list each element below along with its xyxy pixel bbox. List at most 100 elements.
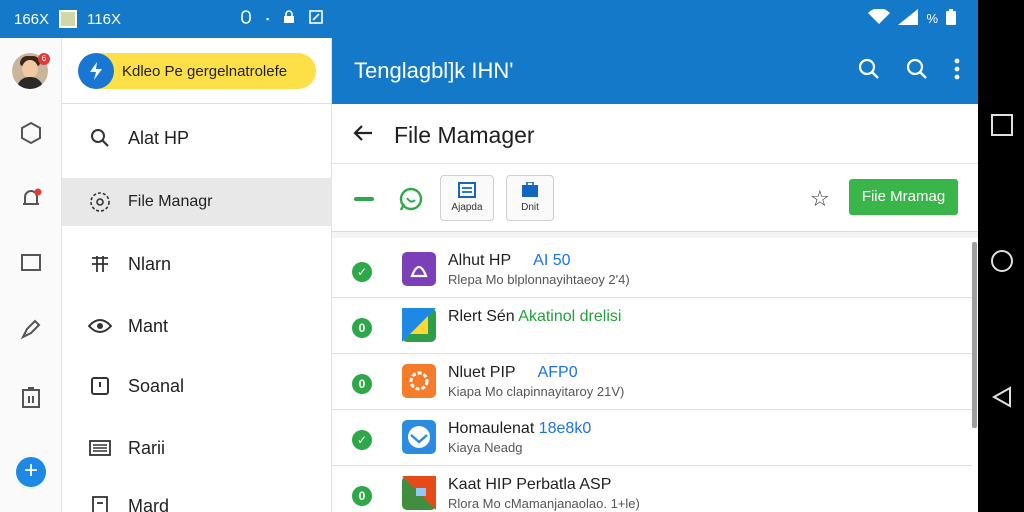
document-icon (88, 494, 112, 512)
drawer-item-mard[interactable]: Mard (62, 482, 332, 512)
app-logo-icon (78, 53, 114, 89)
hexagon-icon[interactable] (17, 119, 45, 147)
list-item[interactable]: 0 Nluet PIP AFP0 Kiapa Mo clapinnayitaroy… (332, 354, 972, 410)
check-icon[interactable]: 0 (352, 374, 372, 394)
search-icon[interactable] (858, 58, 880, 85)
list-item[interactable]: 0 Rlert Sén Akatinol drelisi (332, 298, 972, 354)
drawer-item-mant[interactable]: Mant (62, 302, 332, 350)
app-icon (402, 420, 436, 454)
app-icon (402, 308, 436, 342)
message-square-icon[interactable] (17, 249, 45, 277)
drawer-item-alat-hp[interactable]: Alat HP (62, 114, 332, 162)
add-icon[interactable]: + (16, 457, 46, 487)
app-icon (402, 252, 436, 286)
app-bar: Tenglagbl]k IHN' (332, 38, 978, 104)
drawer-item-label: File Managr (128, 193, 213, 210)
status-left-label: 166X (14, 10, 50, 28)
pen-tool-icon[interactable] (17, 315, 45, 343)
avatar-badge: 6 (38, 53, 50, 65)
action-toolbar: Ajapda Dnit ☆ Fiie Mramag (332, 164, 978, 232)
list-item-accent: 18e8k0 (538, 420, 592, 437)
search-icon[interactable] (906, 58, 928, 85)
apps-card-button[interactable]: Ajapda (440, 175, 494, 221)
screenshot-icon (309, 10, 324, 27)
list-item-subtitle: Kiaya Neadg (448, 440, 523, 455)
back-button[interactable] (991, 386, 1013, 408)
list-item-subtitle: Rlepa Mo blplonnayihtaeoy 2'4) (448, 272, 630, 287)
page-title: File Mamager (394, 122, 535, 148)
list-item-subtitle: Rlora Mo cMamanjanaolao. 1+le) (448, 496, 640, 511)
more-vert-icon[interactable] (954, 58, 960, 85)
square-dot-icon (88, 374, 112, 398)
signal-icon (898, 9, 919, 28)
account-switcher-pill[interactable]: Kdleo Pe gergelnatrolefe (78, 53, 316, 89)
drawer-item-label: Rarii (128, 437, 166, 458)
nfc-icon (240, 10, 252, 27)
app-icon (402, 476, 436, 510)
drawer-item-label: Nlarn (128, 253, 172, 274)
clipboard-icon[interactable] (17, 383, 45, 411)
list-item[interactable]: ✓ Alhut HP AI 50 Rlepa Mo blplonnayihtaeo… (332, 242, 972, 298)
edit-card-label: Dnit (521, 202, 539, 213)
list-item-title: Kaat HIP Perbatla ASP (448, 476, 612, 493)
back-arrow-icon[interactable] (352, 122, 376, 146)
system-navigation-bar (978, 0, 1024, 512)
list-box-icon (458, 182, 476, 198)
eye-icon (88, 314, 112, 338)
sub-header: File Mamager (332, 104, 978, 164)
list-item-accent: AI 50 (533, 252, 571, 269)
navigation-rail: 6 + (0, 38, 62, 512)
app-icon (402, 364, 436, 398)
drawer-item-label: Alat HP (128, 127, 190, 148)
list-item-title: Homaulenat (448, 420, 539, 437)
app-list: ✓ Alhut HP AI 50 Rlepa Mo blplonnayihtaeo… (332, 238, 978, 512)
app-bar-title: Tenglagbl]k IHN' (354, 58, 514, 83)
drawer-header: Kdleo Pe gergelnatrolefe (62, 38, 331, 104)
drawer-item-label: Mant (128, 315, 169, 336)
list-item-subtitle: Kiapa Mo clapinnayitaroy 21V) (448, 384, 625, 399)
drawer-item-nlarn[interactable]: Nlarn (62, 240, 332, 288)
list-item-green-text: Akatinol drelisi (518, 308, 622, 325)
list-item-title: Alhut HP (448, 252, 512, 269)
status-left-label-2: 116X (87, 10, 121, 28)
dot-icon: ▪ (266, 13, 270, 24)
minus-icon[interactable] (354, 197, 374, 201)
notifications-icon[interactable] (17, 185, 45, 213)
main-content: Tenglagbl]k IHN' File Mamager Ajapda Dni… (332, 38, 978, 512)
check-icon[interactable]: 0 (352, 486, 372, 506)
list-item[interactable]: ✓ Homaulenat 18e8k0 Kiaya Neadg (332, 410, 972, 466)
lock-icon (283, 10, 295, 27)
battery-icon (946, 9, 956, 28)
home-button[interactable] (991, 250, 1013, 272)
scrollbar[interactable] (972, 242, 977, 428)
briefcase-icon (521, 181, 539, 198)
apps-card-label: Ajapda (451, 202, 483, 213)
list-item-accent: AFP0 (537, 364, 578, 381)
notification-thumbnail-icon (59, 10, 78, 28)
list-item-title: Nluet PIP (448, 364, 516, 381)
keyboard-icon (88, 436, 112, 460)
edit-card-button[interactable]: Dnit (506, 175, 554, 221)
drawer-item-label: Soanal (128, 375, 185, 396)
list-item[interactable]: 0 Kaat HIP Perbatla ASP Rlora Mo cMamanj… (332, 466, 972, 512)
star-icon[interactable]: ☆ (810, 186, 830, 212)
drawer-item-label: Mard (128, 495, 170, 512)
check-icon[interactable]: ✓ (352, 262, 372, 282)
search-icon (88, 126, 112, 150)
battery-percent-text: % (926, 11, 938, 26)
whatsapp-icon[interactable] (398, 186, 424, 212)
account-switcher-label: Kdleo Pe gergelnatrolefe (122, 62, 288, 80)
recents-button[interactable] (991, 114, 1013, 136)
tools-icon (88, 252, 112, 276)
check-icon[interactable]: ✓ (352, 430, 372, 450)
check-icon[interactable]: 0 (352, 318, 372, 338)
drawer-item-soanal[interactable]: Soanal (62, 362, 332, 410)
status-bar: 166X 116X ▪ % (0, 0, 978, 38)
wifi-icon (868, 8, 891, 28)
navigation-drawer: Kdleo Pe gergelnatrolefe Alat HP File Ma… (62, 38, 332, 512)
drawer-item-file-manager[interactable]: File Managr (62, 178, 332, 226)
list-item-title: Rlert Sén (448, 308, 519, 325)
settings-compass-icon (88, 190, 112, 214)
drawer-item-rarii[interactable]: Rarii (62, 424, 332, 472)
file-manager-button[interactable]: Fiie Mramag (849, 179, 958, 215)
